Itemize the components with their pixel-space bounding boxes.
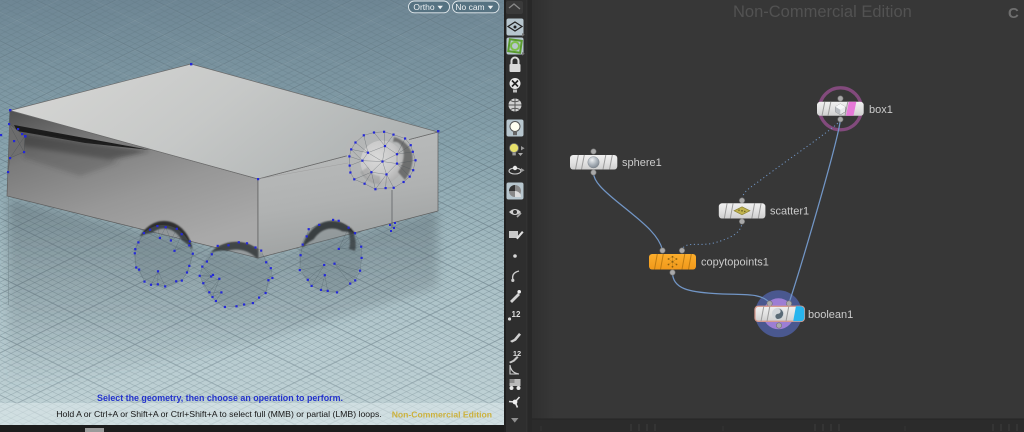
svg-text:boolean1: boolean1 bbox=[808, 309, 853, 321]
svg-text:sphere1: sphere1 bbox=[622, 157, 662, 169]
svg-text:copytopoints1: copytopoints1 bbox=[701, 257, 769, 269]
svg-text:C: C bbox=[1008, 5, 1019, 22]
svg-text:box1: box1 bbox=[869, 104, 893, 116]
svg-text:scatter1: scatter1 bbox=[770, 206, 809, 218]
svg-text:Non-Commercial Edition: Non-Commercial Edition bbox=[733, 3, 912, 21]
